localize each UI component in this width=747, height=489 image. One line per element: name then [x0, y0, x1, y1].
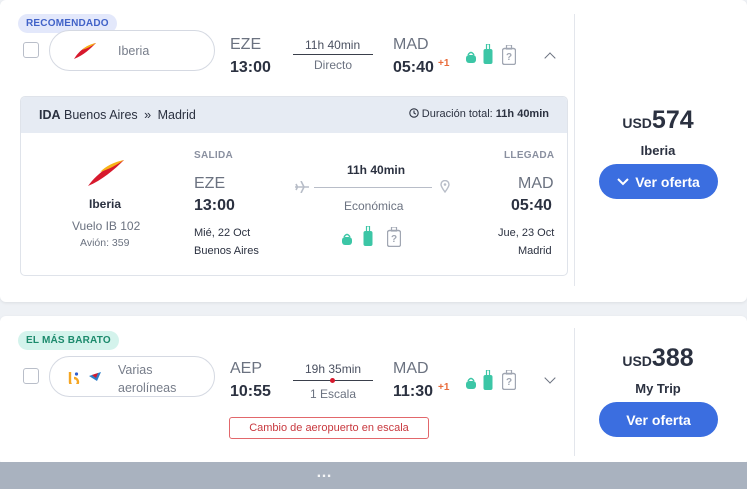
route-separator: » [144, 108, 152, 122]
departure-time: 13:00 [230, 59, 271, 76]
bottom-partial-text: … [316, 464, 332, 481]
checked-bag-unknown-icon: ? [387, 227, 401, 247]
cabin-class: Económica [344, 199, 404, 213]
seller-name: Iberia [640, 143, 676, 158]
checked-bag-unknown-icon: ? [502, 45, 516, 65]
stops-label: 1 Escala [310, 387, 357, 401]
departure-time: 10:55 [230, 383, 271, 400]
seller-name: My Trip [635, 381, 681, 396]
detail-airline: Iberia [89, 197, 122, 211]
total-duration: Duración total: 11h 40min [408, 108, 549, 120]
departure-date: Mié, 22 Oct [194, 227, 251, 239]
stops-label: Directo [314, 58, 353, 72]
detail-departure-time: 13:00 [194, 197, 235, 214]
detail-origin-code: EZE [194, 175, 226, 192]
airline-logo-1-icon [68, 372, 80, 384]
origin-code: AEP [230, 360, 263, 377]
price-divider [574, 328, 575, 456]
arrival-date: Jue, 23 Oct [498, 227, 555, 239]
compare-checkbox-1[interactable] [23, 42, 39, 58]
badge-cheapest: EL MÁS BARATO [18, 331, 119, 350]
view-offer-label: Ver oferta [635, 173, 700, 190]
detail-route: IDA Buenos Aires » Madrid [39, 108, 196, 122]
destination-code: MAD [393, 360, 429, 377]
location-pin-icon [440, 180, 450, 193]
personal-item-bag-icon [466, 51, 476, 63]
flight-number: Vuelo IB 102 [72, 219, 141, 233]
detail-origin: Buenos Aires [64, 108, 138, 122]
svg-text:?: ? [506, 52, 512, 63]
airline-logo-2-icon [89, 372, 101, 381]
departure-city: Buenos Aires [194, 245, 259, 257]
carry-on-bag-icon [483, 370, 493, 390]
price-1: USD574 [600, 106, 716, 135]
personal-item-bag-icon [342, 233, 352, 245]
compare-checkbox-2[interactable] [23, 368, 39, 384]
personal-item-bag-icon [466, 377, 476, 389]
airline-pill-1: Iberia [49, 30, 215, 71]
view-offer-label: Ver oferta [626, 411, 691, 428]
flight-duration: 19h 35min [305, 362, 362, 376]
price-amount: 574 [651, 106, 694, 134]
arrival-city: Madrid [518, 245, 552, 257]
total-duration-label: Duración total: [421, 108, 493, 120]
iberia-logo-icon [74, 43, 96, 59]
plane-icon [295, 181, 309, 193]
checked-bag-unknown-icon: ? [502, 370, 516, 390]
origin-code: EZE [230, 36, 262, 53]
arrival-label: LLEGADA [504, 150, 555, 161]
detail-duration: 11h 40min [347, 163, 406, 177]
airline-name: Varias aerolíneas [118, 363, 177, 395]
price-2: USD388 [600, 344, 716, 373]
route-line [293, 54, 373, 55]
detail-destination-code: MAD [518, 175, 554, 192]
carry-on-bag-icon [483, 44, 493, 64]
view-offer-button-1[interactable]: Ver oferta [599, 164, 718, 199]
price-amount: 388 [651, 344, 694, 372]
flight-duration: 11h 40min [305, 38, 361, 52]
svg-text:?: ? [506, 377, 512, 388]
detail-header: IDA Buenos Aires » Madrid Duración total… [21, 97, 567, 133]
price-divider [574, 14, 575, 286]
clock-icon [408, 108, 419, 118]
price-currency: USD [622, 115, 652, 131]
direction-label: IDA [39, 108, 61, 122]
price-currency: USD [622, 353, 652, 369]
detail-route-line [314, 187, 432, 188]
bottom-partial-bar [0, 462, 747, 489]
departure-label: SALIDA [194, 150, 234, 161]
destination-code: MAD [393, 36, 429, 53]
day-offset: +1 [438, 58, 450, 69]
detail-destination: Madrid [157, 108, 196, 122]
view-offer-button-2[interactable]: Ver oferta [599, 402, 718, 437]
airline-pill-2: Varias aerolíneas [49, 356, 215, 397]
airline-name: Iberia [118, 44, 150, 58]
arrival-time: 11:30 [393, 383, 434, 400]
iberia-logo-large-icon [88, 160, 124, 186]
carry-on-bag-icon [363, 226, 373, 246]
svg-text:?: ? [391, 234, 397, 245]
aircraft: Avión: 359 [80, 237, 130, 249]
total-duration-value: 11h 40min [495, 108, 549, 120]
stop-dot-icon [330, 378, 335, 383]
chevron-down-icon [617, 177, 629, 185]
arrival-time: 05:40 [393, 59, 434, 76]
airport-change-warning: Cambio de aeropuerto en escala [229, 417, 429, 439]
detail-arrival-time: 05:40 [511, 197, 552, 214]
day-offset: +1 [438, 382, 450, 393]
